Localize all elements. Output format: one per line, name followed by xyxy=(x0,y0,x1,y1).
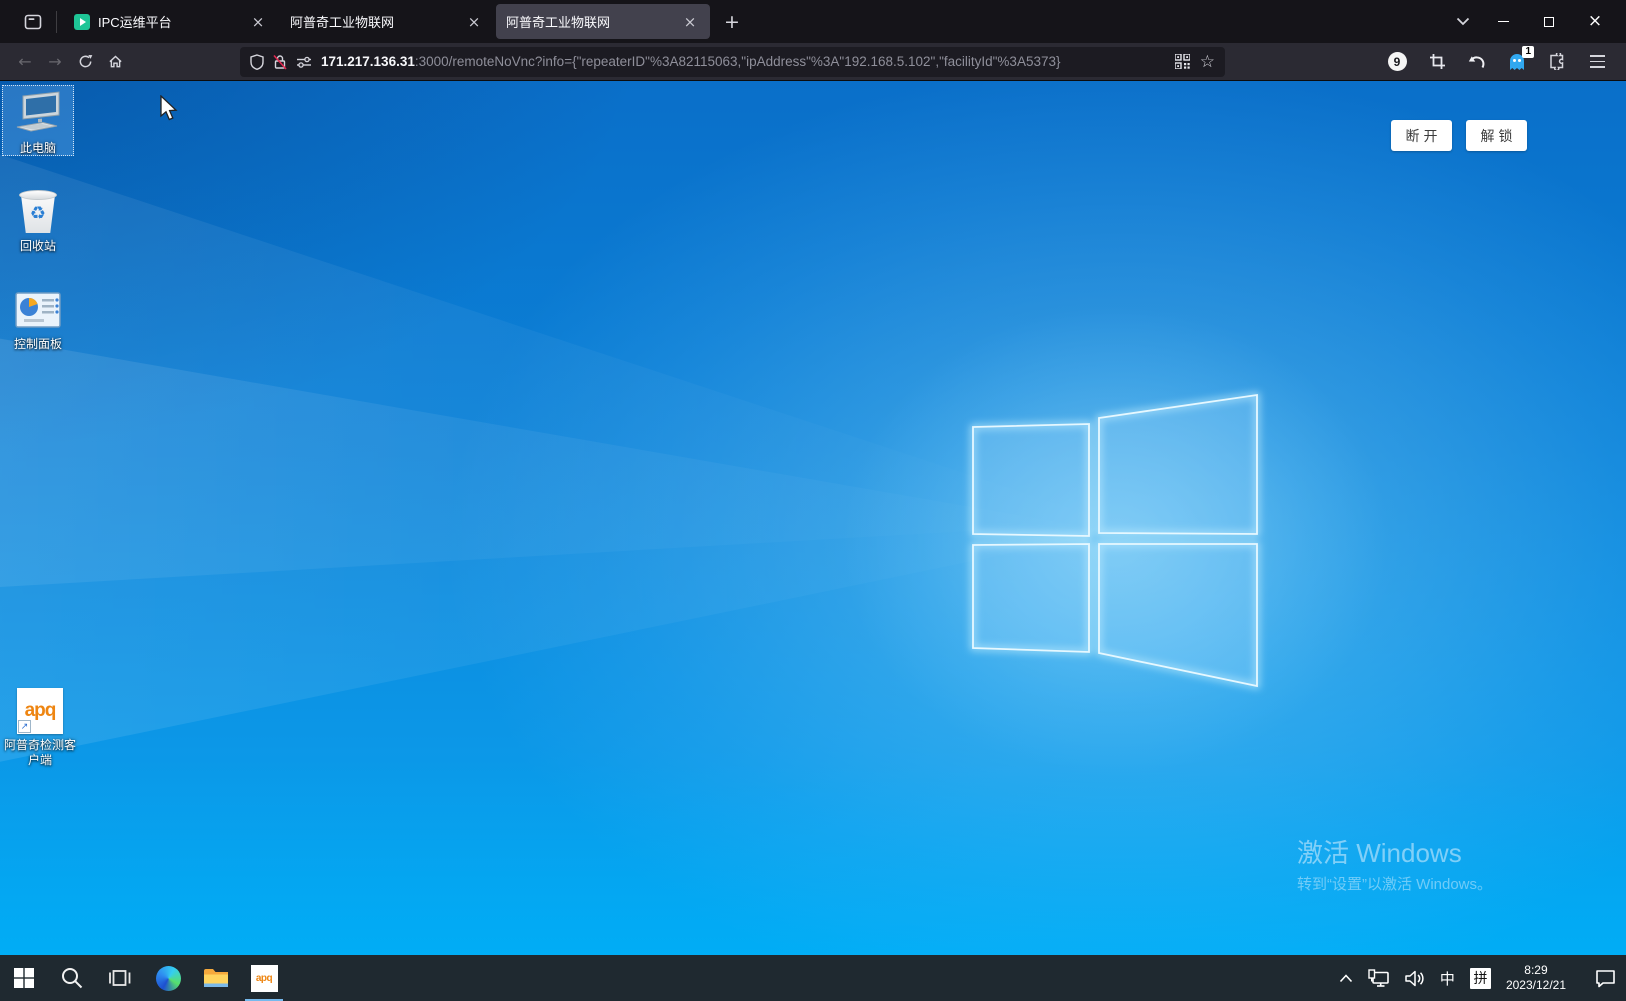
icon-label: 回收站 xyxy=(20,239,56,254)
extensions-puzzle-icon[interactable] xyxy=(1544,49,1570,75)
tab-close-icon[interactable]: × xyxy=(680,12,700,32)
maximize-icon xyxy=(1544,17,1554,27)
apq-app-icon: apq ↗ xyxy=(17,688,63,734)
clock-time: 8:29 xyxy=(1506,963,1566,978)
blocker-extension-icon[interactable]: 9 xyxy=(1384,49,1410,75)
wallpaper-beam xyxy=(0,81,1626,1001)
toolbar-extensions-area: 9 1 xyxy=(1384,49,1616,75)
ime-language-indicator[interactable]: 中 xyxy=(1440,968,1455,989)
window-minimize-button[interactable] xyxy=(1480,5,1526,39)
wallpaper-beam xyxy=(0,81,1626,1001)
disconnect-button[interactable]: 断开 xyxy=(1391,120,1452,151)
forward-button[interactable]: → xyxy=(40,48,70,76)
windows-taskbar: apq 中 拼 8:29 2023/12/21 xyxy=(0,955,1626,1001)
tab-title: IPC运维平台 xyxy=(98,12,240,31)
edge-browser-button[interactable] xyxy=(144,955,192,1001)
task-view-button[interactable] xyxy=(96,955,144,1001)
screenshot-crop-icon[interactable] xyxy=(1424,49,1450,75)
vnc-remote-desktop[interactable]: 此电脑 ♻ 回收站 控制面板 apq ↗ 阿普奇检测客户端 断开 解锁 xyxy=(0,81,1626,1001)
menu-hamburger-icon[interactable] xyxy=(1584,49,1610,75)
window-maximize-button[interactable] xyxy=(1526,5,1572,39)
play-favicon-icon xyxy=(74,14,90,30)
activate-windows-watermark: 激活 Windows 转到“设置”以激活 Windows。 xyxy=(1297,833,1492,894)
tab-separator xyxy=(56,11,57,33)
network-icon[interactable] xyxy=(1368,969,1390,987)
volume-icon[interactable] xyxy=(1405,970,1425,987)
folder-icon xyxy=(203,967,229,989)
tab-apq-iot-1[interactable]: 阿普奇工业物联网 × xyxy=(280,4,494,39)
qr-code-icon[interactable] xyxy=(1175,54,1190,69)
close-icon: × xyxy=(1588,13,1602,30)
taskbar-clock[interactable]: 8:29 2023/12/21 xyxy=(1506,963,1566,993)
apq-client-taskbar-button[interactable]: apq xyxy=(240,955,288,1001)
desktop-icon-this-pc[interactable]: 此电脑 xyxy=(2,85,74,156)
tab-close-icon[interactable]: × xyxy=(464,12,484,32)
insecure-lock-icon[interactable] xyxy=(273,54,287,70)
tab-ipc-ops[interactable]: IPC运维平台 × xyxy=(64,4,278,39)
list-all-tabs-chevron-icon[interactable] xyxy=(1446,8,1480,36)
reload-button[interactable] xyxy=(70,48,100,76)
new-tab-button[interactable]: + xyxy=(717,7,747,37)
start-button[interactable] xyxy=(0,955,48,1001)
tracking-shield-icon[interactable] xyxy=(250,54,264,70)
recycle-bin-icon: ♻ xyxy=(16,187,60,235)
minimize-icon xyxy=(1498,21,1509,23)
back-button[interactable]: ← xyxy=(10,48,40,76)
home-button[interactable] xyxy=(100,48,130,76)
ghost-extension-badge: 1 xyxy=(1522,46,1534,58)
unlock-button[interactable]: 解锁 xyxy=(1466,120,1527,151)
ime-mode-indicator[interactable]: 拼 xyxy=(1470,968,1491,989)
file-explorer-button[interactable] xyxy=(192,955,240,1001)
tab-title: 阿普奇工业物联网 xyxy=(506,12,672,31)
apq-app-icon: apq xyxy=(251,965,278,992)
show-hidden-icons-chevron[interactable] xyxy=(1339,974,1353,983)
icon-label: 阿普奇检测客户端 xyxy=(4,738,76,768)
mouse-cursor xyxy=(158,95,180,123)
desktop-icon-control-panel[interactable]: 控制面板 xyxy=(2,285,74,352)
url-bar[interactable]: 171.217.136.31:3000/remoteNoVnc?info={"r… xyxy=(240,47,1225,77)
desktop-icon-apq-client[interactable]: apq ↗ 阿普奇检测客户端 xyxy=(4,684,76,768)
firefox-view-icon[interactable] xyxy=(16,7,50,37)
control-panel-icon xyxy=(14,289,62,333)
icon-label: 此电脑 xyxy=(20,141,56,156)
desktop-icon-recycle-bin[interactable]: ♻ 回收站 xyxy=(2,183,74,254)
url-host: 171.217.136.31 xyxy=(321,54,415,69)
permissions-icon[interactable] xyxy=(296,56,312,68)
browser-toolbar: ← → 171.217.136.31:3000/remoteNoVnc?info… xyxy=(0,43,1626,81)
ghost-extension-icon[interactable]: 1 xyxy=(1504,49,1530,75)
blocked-count-badge: 9 xyxy=(1388,52,1407,71)
url-text[interactable]: 171.217.136.31:3000/remoteNoVnc?info={"r… xyxy=(321,54,1175,69)
action-center-icon[interactable] xyxy=(1595,969,1616,988)
windows-logo xyxy=(960,381,1270,701)
bookmark-star-icon[interactable]: ☆ xyxy=(1200,52,1215,72)
tab-apq-iot-2-active[interactable]: 阿普奇工业物联网 × xyxy=(496,4,710,39)
window-close-button[interactable]: × xyxy=(1572,5,1618,39)
taskbar-search-button[interactable] xyxy=(48,955,96,1001)
tab-close-icon[interactable]: × xyxy=(248,12,268,32)
url-path: :3000/remoteNoVnc?info={"repeaterID"%3A8… xyxy=(415,54,1061,69)
tab-title: 阿普奇工业物联网 xyxy=(290,12,456,31)
shortcut-arrow-icon: ↗ xyxy=(18,720,31,733)
undo-arrow-icon[interactable] xyxy=(1464,49,1490,75)
browser-tab-bar: IPC运维平台 × 阿普奇工业物联网 × 阿普奇工业物联网 × + × xyxy=(0,0,1626,43)
clock-date: 2023/12/21 xyxy=(1506,978,1566,993)
this-pc-icon xyxy=(14,89,62,137)
wallpaper-beam xyxy=(0,81,1626,1001)
edge-icon xyxy=(156,966,181,991)
icon-label: 控制面板 xyxy=(14,337,62,352)
system-tray: 中 拼 8:29 2023/12/21 xyxy=(1339,955,1626,1001)
